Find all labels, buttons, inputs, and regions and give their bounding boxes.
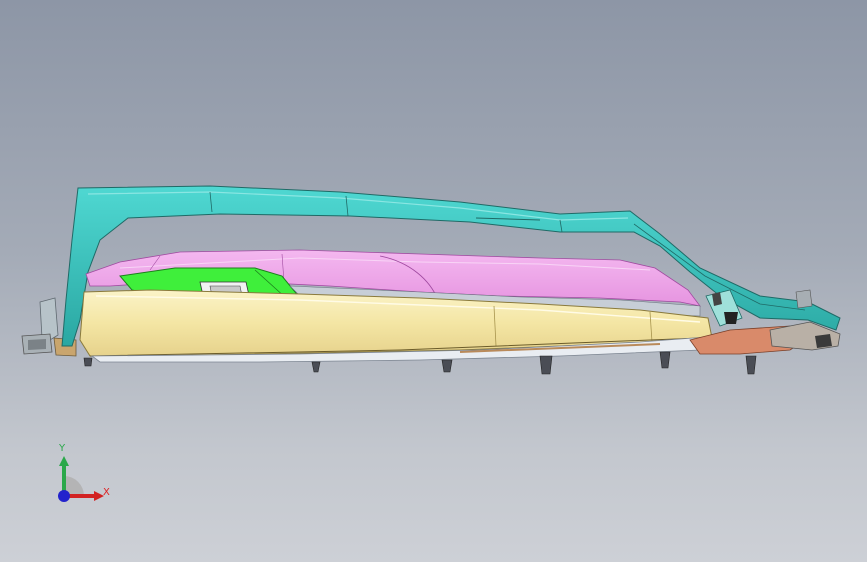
cad-model[interactable] <box>0 0 867 562</box>
axis-triad <box>58 456 104 502</box>
y-axis-label: Y <box>59 443 66 454</box>
x-axis-label: X <box>103 487 110 498</box>
cad-viewport[interactable]: Y X <box>0 0 867 562</box>
z-axis-dot <box>58 490 70 502</box>
y-axis-arrowhead <box>59 456 69 466</box>
